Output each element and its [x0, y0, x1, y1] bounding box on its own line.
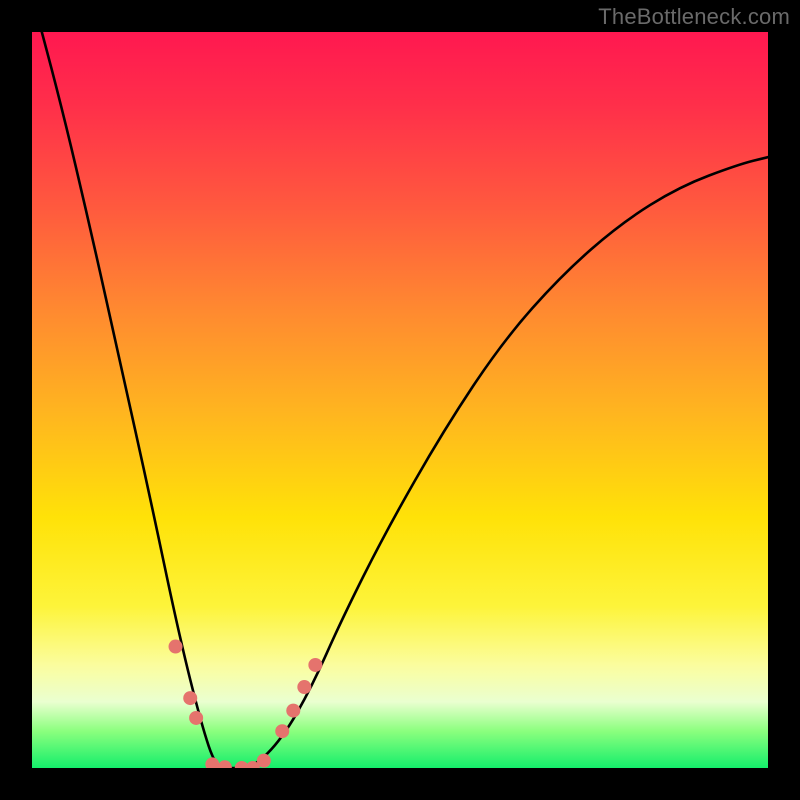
highlight-dot	[275, 724, 289, 738]
highlight-dots-group	[169, 640, 323, 768]
highlight-dot	[218, 760, 232, 768]
plot-area	[32, 32, 768, 768]
curve-line	[32, 32, 768, 768]
watermark-text: TheBottleneck.com	[598, 4, 790, 30]
curve-svg	[32, 32, 768, 768]
highlight-dot	[308, 658, 322, 672]
highlight-dot	[297, 680, 311, 694]
highlight-dot	[286, 704, 300, 718]
highlight-dot	[183, 691, 197, 705]
highlight-dot	[169, 640, 183, 654]
highlight-dot	[257, 754, 271, 768]
highlight-dot	[189, 711, 203, 725]
outer-frame: TheBottleneck.com	[0, 0, 800, 800]
highlight-dot	[205, 757, 219, 768]
